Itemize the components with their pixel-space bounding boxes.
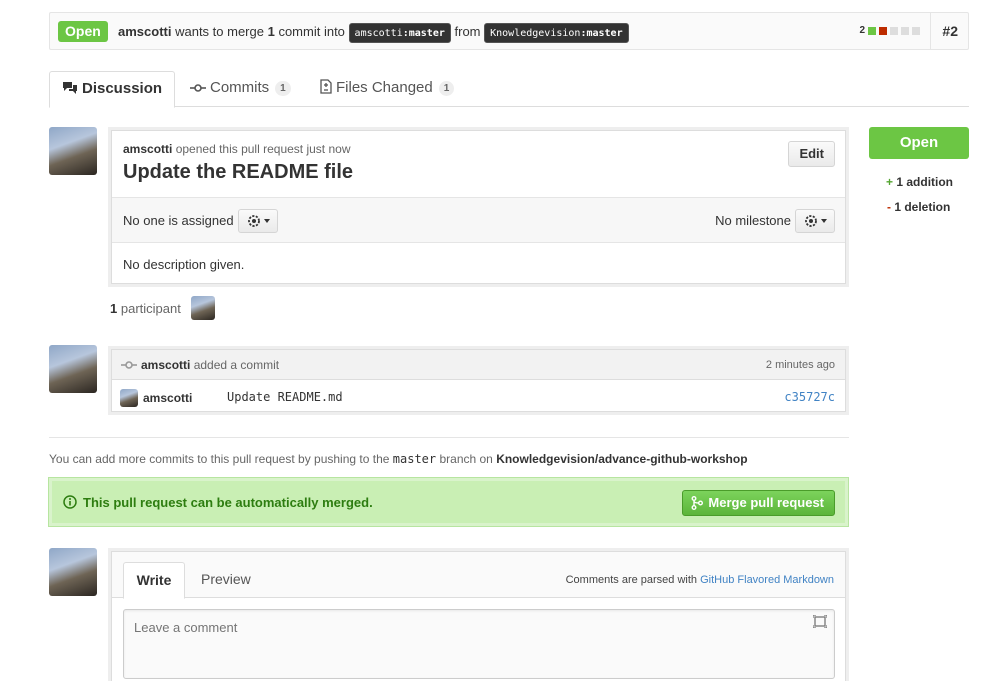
diffstat: 2: [859, 25, 920, 36]
head-branch: master: [586, 27, 623, 39]
commit-event-text: amscotti added a commit: [141, 358, 279, 372]
commit-event-header: amscotti added a commit 2 minutes ago: [112, 350, 845, 380]
commit-word: commit into: [278, 24, 345, 39]
push-hint-branch: master: [392, 452, 437, 466]
diffstat-count: 2: [859, 25, 865, 36]
pr-number-cell: #2: [930, 13, 968, 49]
comment-form: Write Preview Comments are parsed with G…: [111, 551, 846, 681]
commit-sha-link[interactable]: c35727c: [784, 390, 835, 404]
markdown-link[interactable]: GitHub Flavored Markdown: [700, 574, 834, 586]
merge-text: wants to merge: [175, 24, 264, 39]
pr-number: #2: [942, 23, 958, 39]
fullscreen-icon[interactable]: [813, 615, 827, 628]
base-user: amscotti: [354, 27, 403, 39]
markdown-hint-prefix: Comments are parsed with: [565, 574, 698, 586]
merge-status-text: This pull request can be automatically m…: [83, 495, 373, 510]
tab-preview[interactable]: Preview: [201, 562, 251, 599]
gear-icon: [804, 215, 817, 227]
tab-label: Commits: [210, 79, 270, 96]
pr-header-bar: Open amscotti wants to merge 1 commit in…: [49, 12, 969, 50]
tab-count: 1: [438, 80, 455, 96]
commit-author-avatar[interactable]: [120, 389, 138, 407]
participants-count: 1: [110, 301, 118, 316]
participants-label: participant: [120, 301, 181, 316]
info-icon: [63, 495, 77, 509]
diffstat-neutral-block: [901, 26, 909, 35]
participant-avatar[interactable]: [191, 296, 215, 320]
diffstat-neutral-block: [912, 26, 920, 35]
commit-message[interactable]: Update README.md: [227, 390, 343, 404]
pr-title: Update the README file: [123, 161, 354, 183]
author-link[interactable]: amscotti: [141, 358, 190, 372]
pr-body: No description given.: [123, 257, 245, 272]
comment-tabs: Write Preview Comments are parsed with G…: [112, 552, 845, 599]
file-diff-icon: [320, 79, 332, 94]
additions-text: + 1 addition: [886, 175, 954, 189]
tab-files-changed[interactable]: Files Changed 1: [308, 71, 466, 107]
base-branch: master: [408, 27, 445, 39]
repo-link[interactable]: Knowledgevision/advance-github-workshop: [496, 452, 747, 466]
gear-icon: [247, 215, 260, 227]
tab-discussion[interactable]: Discussion: [49, 71, 176, 108]
commit-event-box: amscotti added a commit 2 minutes ago am…: [111, 349, 846, 412]
author-link[interactable]: amscotti: [123, 142, 172, 156]
comment-textarea[interactable]: [123, 609, 835, 679]
chevron-down-icon: [263, 219, 270, 223]
merge-button-label: Merge pull request: [708, 495, 824, 510]
divider: [49, 437, 849, 438]
pr-description-header: amscotti opened this pull request just n…: [112, 131, 845, 197]
avatar[interactable]: [49, 127, 97, 175]
opened-text: opened this pull request just now: [175, 142, 351, 156]
state-button[interactable]: Open: [869, 127, 969, 159]
from-word: from: [454, 24, 481, 39]
milestone-gear-button[interactable]: [795, 209, 835, 233]
chevron-down-icon: [820, 219, 827, 223]
tab-count: 1: [275, 80, 291, 96]
push-hint-middle: branch on: [439, 452, 493, 466]
head-ref[interactable]: Knowledgevision:master: [484, 22, 629, 43]
push-hint: You can add more commits to this pull re…: [49, 452, 748, 466]
tab-commits[interactable]: Commits 1: [178, 71, 303, 107]
diffstat-del-block: [879, 26, 887, 35]
milestone-text: No milestone: [715, 213, 791, 228]
diffstat-neutral-block: [890, 26, 898, 35]
tab-label: Discussion: [82, 80, 163, 97]
base-ref[interactable]: amscotti:master: [348, 22, 451, 43]
avatar[interactable]: [49, 345, 97, 393]
assignee-text: No one is assigned: [123, 213, 234, 228]
diffstat-add-block: [868, 26, 876, 35]
merge-pull-request-button[interactable]: Merge pull request: [682, 490, 835, 516]
markdown-hint: Comments are parsed with GitHub Flavored…: [566, 574, 834, 586]
edit-button[interactable]: Edit: [788, 141, 835, 167]
push-hint-prefix: You can add more commits to this pull re…: [49, 452, 390, 466]
merge-status-bar: This pull request can be automatically m…: [48, 477, 849, 527]
head-user: Knowledgevision: [490, 27, 581, 39]
merge-summary: amscotti wants to merge 1 commit into am…: [118, 21, 629, 43]
participants-summary: 1 participant: [110, 301, 181, 316]
commit-event-time: 2 minutes ago: [765, 359, 835, 371]
commit-icon: [190, 84, 206, 92]
tab-label: Files Changed: [336, 79, 433, 96]
assignee-gear-button[interactable]: [238, 209, 278, 233]
opened-line: amscotti opened this pull request just n…: [123, 142, 350, 156]
commit-author[interactable]: amscotti: [143, 391, 192, 405]
state-badge: Open: [58, 21, 108, 42]
commit-count: 1: [267, 24, 275, 39]
git-merge-icon: [691, 496, 704, 510]
deletions-text: - 1 deletion: [887, 200, 951, 214]
avatar[interactable]: [49, 548, 97, 596]
commit-event-action: added a commit: [193, 358, 280, 372]
tab-write[interactable]: Write: [123, 562, 185, 599]
pr-tabs: Discussion Commits 1 Files Changed 1: [49, 71, 969, 108]
pr-description-box: amscotti opened this pull request just n…: [111, 130, 846, 284]
author-link[interactable]: amscotti: [118, 24, 171, 39]
deletions-stat: - 1 deletion: [887, 200, 950, 214]
commit-icon: [121, 361, 137, 369]
additions-stat: + 1 addition: [886, 175, 953, 189]
discussion-icon: [63, 82, 77, 94]
pr-meta-bar: No one is assigned No milestone: [112, 197, 845, 243]
